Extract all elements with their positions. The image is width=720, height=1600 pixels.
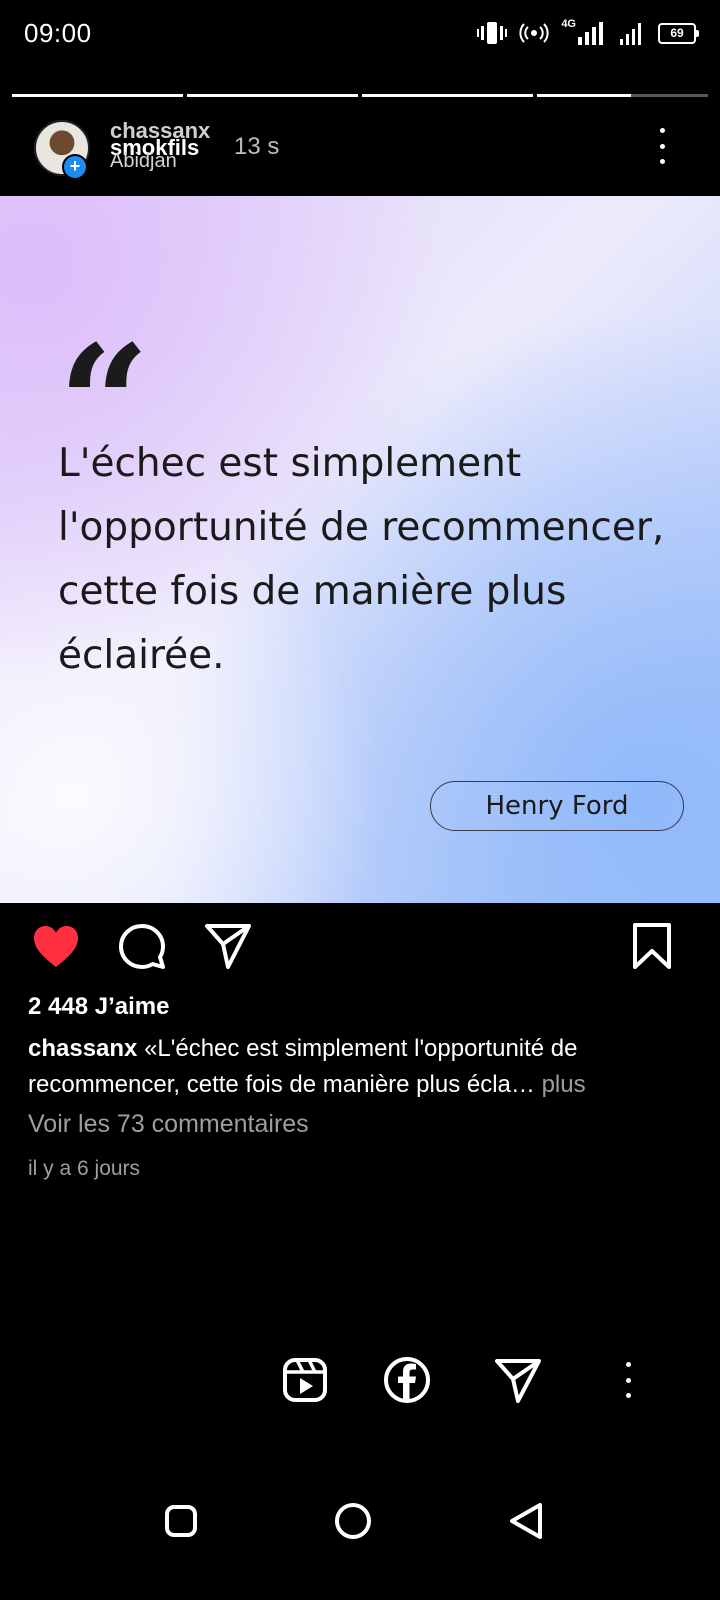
progress-segment <box>537 94 708 97</box>
recent-apps-icon[interactable] <box>164 1504 198 1538</box>
caption-more-link[interactable]: plus <box>542 1071 586 1098</box>
location-label[interactable]: Abidjan <box>110 150 177 173</box>
author-badge: Henry Ford <box>430 781 684 831</box>
status-icons: 4G 69 <box>477 18 699 48</box>
send-icon[interactable] <box>494 1356 542 1404</box>
more-options-icon[interactable] <box>616 1362 640 1398</box>
heart-icon[interactable] <box>32 924 80 970</box>
battery-icon: 69 <box>658 22 699 44</box>
signal-icon <box>578 22 603 45</box>
add-story-icon[interactable]: + <box>62 154 88 180</box>
home-icon[interactable] <box>334 1502 372 1540</box>
status-time: 09:00 <box>24 18 92 48</box>
post-caption[interactable]: chassanx «L'échec est simplement l'oppor… <box>28 1031 688 1103</box>
back-icon[interactable] <box>506 1500 546 1542</box>
facebook-icon[interactable] <box>383 1356 431 1404</box>
comment-icon[interactable] <box>118 923 166 971</box>
signal-icon-2 <box>620 23 641 45</box>
quote-card[interactable]: “ L'échec est simplement l'opportunité d… <box>0 196 720 903</box>
quote-text: L'échec est simplement l'opportunité de … <box>58 441 665 678</box>
reels-icon[interactable] <box>281 1356 329 1404</box>
progress-segment <box>187 94 358 97</box>
view-comments-link[interactable]: Voir les 73 commentaires <box>28 1110 309 1139</box>
bookmark-icon[interactable] <box>630 922 674 970</box>
vibrate-icon <box>477 22 508 44</box>
more-options-icon[interactable] <box>650 128 674 164</box>
network-type-label: 4G <box>561 18 576 30</box>
likes-count[interactable]: 2 448 J’aime <box>28 993 169 1021</box>
story-progress <box>12 94 708 97</box>
caption-username[interactable]: chassanx <box>28 1035 137 1062</box>
hotspot-icon <box>519 23 549 43</box>
story-time: 13 s <box>234 133 280 160</box>
progress-segment <box>362 94 533 97</box>
progress-segment <box>12 94 183 97</box>
share-icon[interactable] <box>204 922 252 970</box>
post-date: il y a 6 jours <box>28 1157 141 1180</box>
